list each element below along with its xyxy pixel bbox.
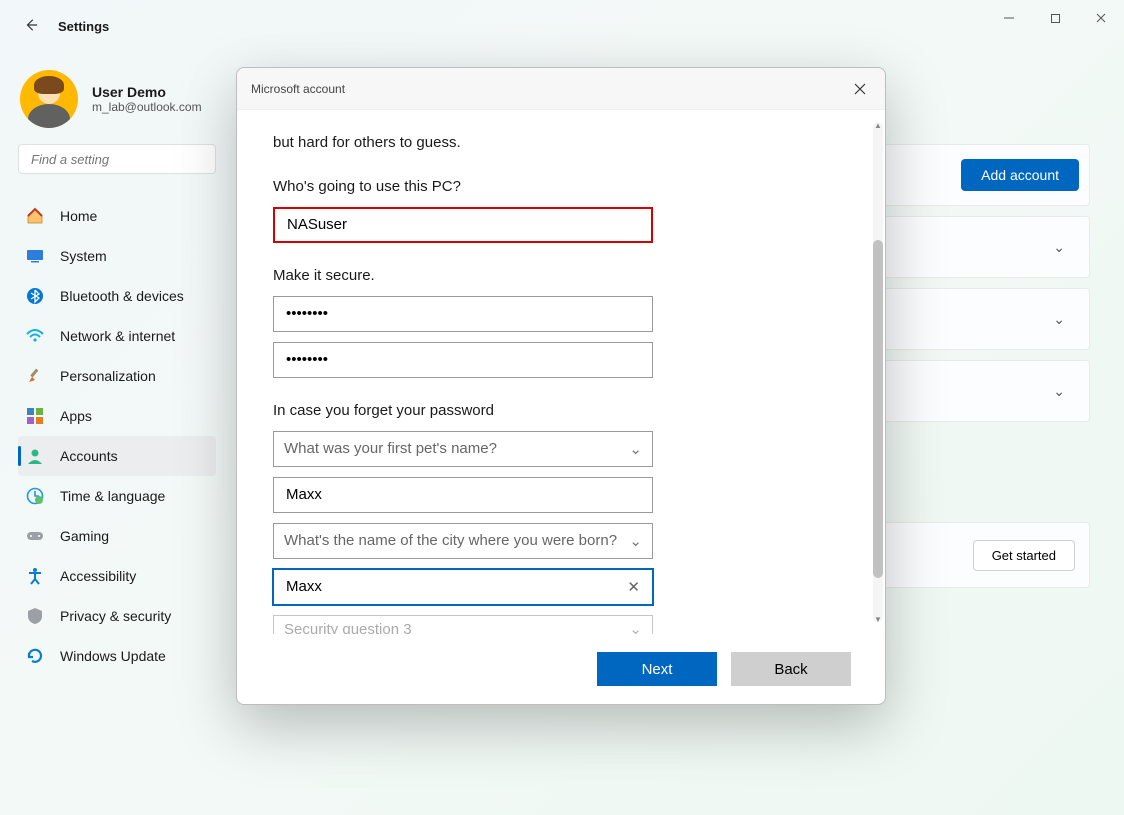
wifi-icon: [26, 327, 44, 345]
confirm-password-input[interactable]: [284, 350, 642, 369]
avatar: [20, 70, 78, 128]
nav-label: Home: [60, 208, 97, 224]
user-card[interactable]: User Demo m_lab@outlook.com: [20, 70, 202, 128]
back-button[interactable]: [24, 18, 38, 35]
nav-apps[interactable]: Apps: [18, 396, 216, 436]
gaming-icon: [26, 527, 44, 545]
nav-bluetooth[interactable]: Bluetooth & devices: [18, 276, 216, 316]
dialog-intro-text: but hard for others to guess.: [273, 132, 845, 154]
dialog-footer: Next Back: [237, 634, 885, 704]
nav-label: System: [60, 248, 107, 264]
security-answer-2-input[interactable]: [284, 577, 625, 596]
create-user-dialog: Microsoft account but hard for others to…: [236, 67, 886, 705]
back-button[interactable]: Back: [731, 652, 851, 686]
dialog-header: Microsoft account: [237, 68, 885, 110]
nav-home[interactable]: Home: [18, 196, 216, 236]
system-icon: [26, 247, 44, 265]
security-question-3-dropdown[interactable]: Security question 3 ⌄: [273, 615, 653, 634]
password-input[interactable]: [284, 304, 642, 323]
nav-privacy[interactable]: Privacy & security: [18, 596, 216, 636]
nav-personalization[interactable]: Personalization: [18, 356, 216, 396]
nav-network[interactable]: Network & internet: [18, 316, 216, 356]
username-label: Who's going to use this PC?: [273, 178, 845, 195]
nav-accessibility[interactable]: Accessibility: [18, 556, 216, 596]
username-input[interactable]: [285, 215, 641, 234]
scroll-up-icon[interactable]: ▲: [873, 120, 883, 130]
nav-label: Privacy & security: [60, 608, 171, 624]
security-answer-2-field[interactable]: ✕: [273, 569, 653, 605]
nav-gaming[interactable]: Gaming: [18, 516, 216, 556]
add-account-button[interactable]: Add account: [961, 159, 1079, 191]
chevron-down-icon: ⌄: [629, 620, 642, 634]
scroll-down-icon[interactable]: ▼: [873, 614, 883, 624]
dialog-scrollbar-thumb[interactable]: [873, 240, 883, 578]
nav-label: Network & internet: [60, 328, 175, 344]
chevron-down-icon: ⌄: [629, 440, 642, 458]
user-email: m_lab@outlook.com: [92, 100, 202, 114]
window-close-button[interactable]: [1078, 0, 1124, 36]
nav-system[interactable]: System: [18, 236, 216, 276]
search-input[interactable]: [18, 144, 216, 174]
paintbrush-icon: [26, 367, 44, 385]
nav-label: Bluetooth & devices: [60, 288, 184, 304]
window-minimize-button[interactable]: [986, 0, 1032, 36]
user-name: User Demo: [92, 84, 202, 100]
password-field[interactable]: [273, 296, 653, 332]
chevron-down-icon: ⌄: [1053, 239, 1065, 256]
apps-icon: [26, 407, 44, 425]
confirm-password-field[interactable]: [273, 342, 653, 378]
nav-label: Accessibility: [60, 568, 136, 584]
security-question-2-text: What's the name of the city where you we…: [284, 532, 617, 549]
nav-label: Apps: [60, 408, 92, 424]
nav-time-language[interactable]: Time & language: [18, 476, 216, 516]
app-title: Settings: [58, 19, 109, 34]
security-question-1-dropdown[interactable]: What was your first pet's name? ⌄: [273, 431, 653, 467]
nav-label: Gaming: [60, 528, 109, 544]
update-icon: [26, 647, 44, 665]
nav-label: Windows Update: [60, 648, 166, 664]
dialog-close-button[interactable]: [841, 74, 879, 104]
chevron-down-icon: ⌄: [629, 532, 642, 550]
dialog-title: Microsoft account: [251, 82, 345, 96]
nav-label: Personalization: [60, 368, 156, 384]
next-button[interactable]: Next: [597, 652, 717, 686]
password-label: Make it secure.: [273, 267, 845, 284]
bluetooth-icon: [26, 287, 44, 305]
chevron-down-icon: ⌄: [1053, 383, 1065, 400]
security-question-2-dropdown[interactable]: What's the name of the city where you we…: [273, 523, 653, 559]
security-answer-1-input[interactable]: [284, 485, 642, 504]
nav-label: Time & language: [60, 488, 165, 504]
nav-accounts[interactable]: Accounts: [18, 436, 216, 476]
sidebar: Home System Bluetooth & devices Network …: [18, 196, 216, 676]
clear-input-button[interactable]: ✕: [625, 578, 642, 596]
shield-icon: [26, 607, 44, 625]
accessibility-icon: [26, 567, 44, 585]
username-field[interactable]: [273, 207, 653, 243]
security-question-3-text: Security question 3: [284, 621, 412, 634]
nav-windows-update[interactable]: Windows Update: [18, 636, 216, 676]
window-controls: [986, 0, 1124, 36]
get-started-button[interactable]: Get started: [973, 540, 1075, 571]
search-input-field[interactable]: [29, 151, 211, 168]
home-icon: [26, 207, 44, 225]
accounts-icon: [26, 447, 44, 465]
security-questions-label: In case you forget your password: [273, 402, 845, 419]
security-answer-1-field[interactable]: [273, 477, 653, 513]
dialog-body: but hard for others to guess. Who's goin…: [237, 110, 885, 634]
nav-label: Accounts: [60, 448, 118, 464]
security-question-1-text: What was your first pet's name?: [284, 440, 497, 457]
header: Settings: [24, 18, 109, 35]
clock-globe-icon: [26, 487, 44, 505]
chevron-down-icon: ⌄: [1053, 311, 1065, 328]
window-maximize-button[interactable]: [1032, 0, 1078, 36]
